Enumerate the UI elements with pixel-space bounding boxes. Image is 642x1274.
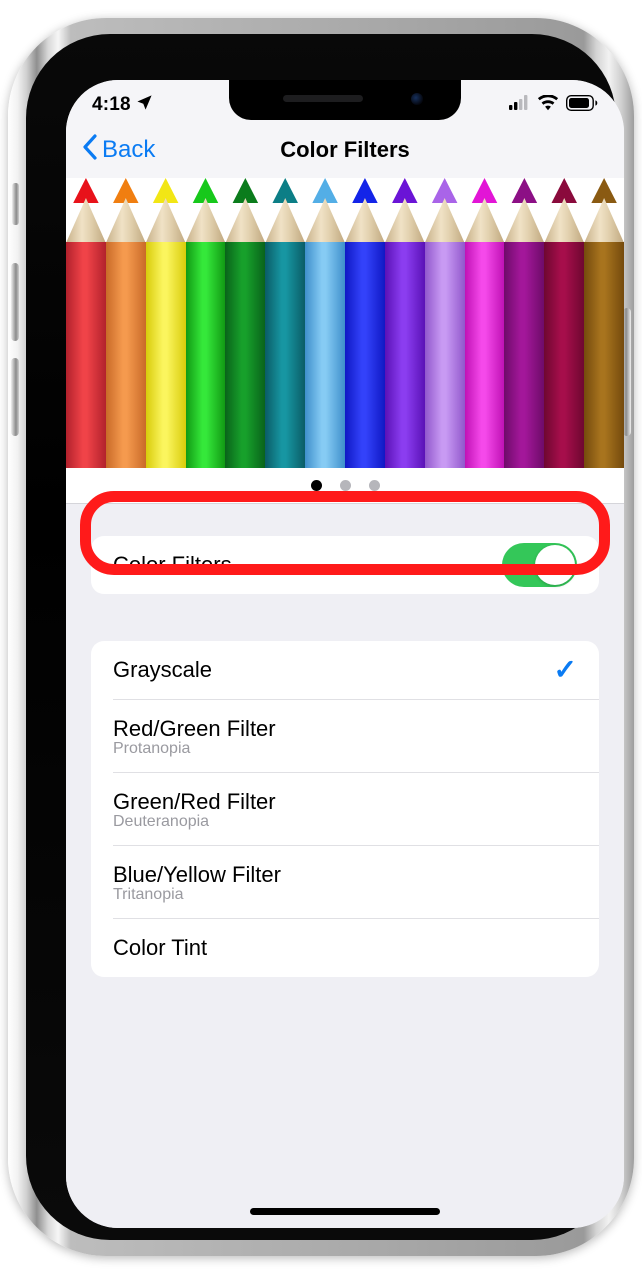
- pencil-body: [345, 242, 385, 468]
- navigation-bar: Back Color Filters: [66, 122, 624, 178]
- volume-down-button[interactable]: [11, 358, 19, 436]
- pencil: [584, 178, 624, 468]
- filter-option-row[interactable]: Color Tint: [91, 919, 599, 977]
- location-arrow-icon: [136, 94, 153, 116]
- pencil-body: [305, 242, 346, 468]
- earpiece-speaker-icon: [283, 95, 363, 102]
- pencil: [66, 178, 106, 468]
- filter-option-row[interactable]: Blue/Yellow Filter: [91, 846, 599, 892]
- pencil-body: [105, 242, 146, 468]
- front-camera-icon: [411, 93, 423, 105]
- page-dot[interactable]: [368, 480, 380, 491]
- pencil-wood: [345, 198, 385, 243]
- battery-icon: [565, 94, 598, 116]
- phone-screen: 4:18 Back Color Filters Color Filters Gr…: [66, 80, 624, 1228]
- settings-content: Color Filters Grayscale ✓ Red/Green Filter…: [66, 491, 624, 1228]
- status-bar-left: 4:18: [92, 86, 153, 116]
- pencil: [384, 178, 425, 468]
- pencil-wood: [464, 198, 505, 243]
- phone-frame: 4:18 Back Color Filters Color Filters Gr…: [8, 18, 634, 1256]
- pencil: [225, 178, 266, 468]
- pencil-wood: [185, 198, 226, 243]
- status-bar-right: [509, 87, 598, 116]
- pencil: [544, 178, 585, 468]
- pencil: [105, 178, 146, 468]
- color-pencils-preview[interactable]: [66, 178, 624, 468]
- pencil-body: [424, 242, 465, 468]
- pencil: [464, 178, 505, 468]
- silent-switch[interactable]: [12, 183, 19, 225]
- color-filters-toggle[interactable]: [502, 543, 577, 587]
- cellular-signal-icon: [509, 95, 530, 115]
- pencil-wood: [305, 198, 346, 243]
- pencil: [345, 178, 385, 468]
- filter-option-row[interactable]: Grayscale ✓: [91, 641, 599, 699]
- chevron-left-icon: [82, 133, 97, 167]
- pencil-wood: [225, 198, 266, 243]
- back-button-label: Back: [102, 136, 156, 163]
- pencil-body: [584, 242, 624, 468]
- pencil: [185, 178, 226, 468]
- pencil-wood: [544, 198, 585, 243]
- pencil-wood: [424, 198, 465, 243]
- pencil-wood: [105, 198, 146, 243]
- pencil-body: [544, 242, 585, 468]
- page-dot[interactable]: [310, 480, 322, 491]
- pencil-body: [66, 242, 106, 468]
- filter-option-title: Green/Red Filter: [113, 789, 276, 814]
- wifi-icon: [537, 93, 559, 116]
- pencil: [145, 178, 186, 468]
- phone-bezel: 4:18 Back Color Filters Color Filters Gr…: [26, 34, 624, 1240]
- pencil: [265, 178, 306, 468]
- pencil-body: [504, 242, 545, 468]
- pencil-body: [265, 242, 306, 468]
- filter-option-title: Blue/Yellow Filter: [113, 862, 281, 887]
- color-filters-toggle-card: Color Filters: [91, 536, 599, 594]
- color-filters-toggle-row[interactable]: Color Filters: [91, 536, 599, 594]
- volume-up-button[interactable]: [11, 263, 19, 341]
- notch: [229, 80, 461, 120]
- pencil: [424, 178, 465, 468]
- checkmark-icon: ✓: [553, 654, 577, 685]
- color-filters-toggle-label: Color Filters: [113, 552, 232, 577]
- page-indicator[interactable]: [66, 468, 624, 504]
- filter-option-title: Color Tint: [113, 935, 208, 960]
- pencil-wood: [504, 198, 545, 243]
- home-indicator[interactable]: [250, 1208, 440, 1215]
- back-button[interactable]: Back: [82, 133, 156, 167]
- pencil-wood: [265, 198, 306, 243]
- pencil-body: [225, 242, 266, 468]
- status-bar-time: 4:18: [92, 94, 131, 115]
- filter-option-title: Grayscale: [113, 657, 213, 682]
- pencil-body: [145, 242, 186, 468]
- pencil: [504, 178, 545, 468]
- pencil-wood: [66, 198, 106, 243]
- toggle-knob: [535, 545, 575, 585]
- pencil-body: [464, 242, 505, 468]
- pencil: [305, 178, 346, 468]
- pencil-wood: [145, 198, 186, 243]
- filter-option-row[interactable]: Green/Red Filter: [91, 773, 599, 819]
- filter-option-title: Red/Green Filter: [113, 716, 276, 741]
- page-dot[interactable]: [339, 480, 351, 491]
- pencil-body: [185, 242, 226, 468]
- filter-option-row[interactable]: Red/Green Filter: [91, 700, 599, 746]
- filter-options-card: Grayscale ✓ Red/Green Filter Protanopia Gree…: [80, 491, 610, 977]
- pencil-body: [384, 242, 425, 468]
- pencil-wood: [584, 198, 624, 243]
- power-button[interactable]: [623, 308, 631, 436]
- pencil-wood: [384, 198, 425, 243]
